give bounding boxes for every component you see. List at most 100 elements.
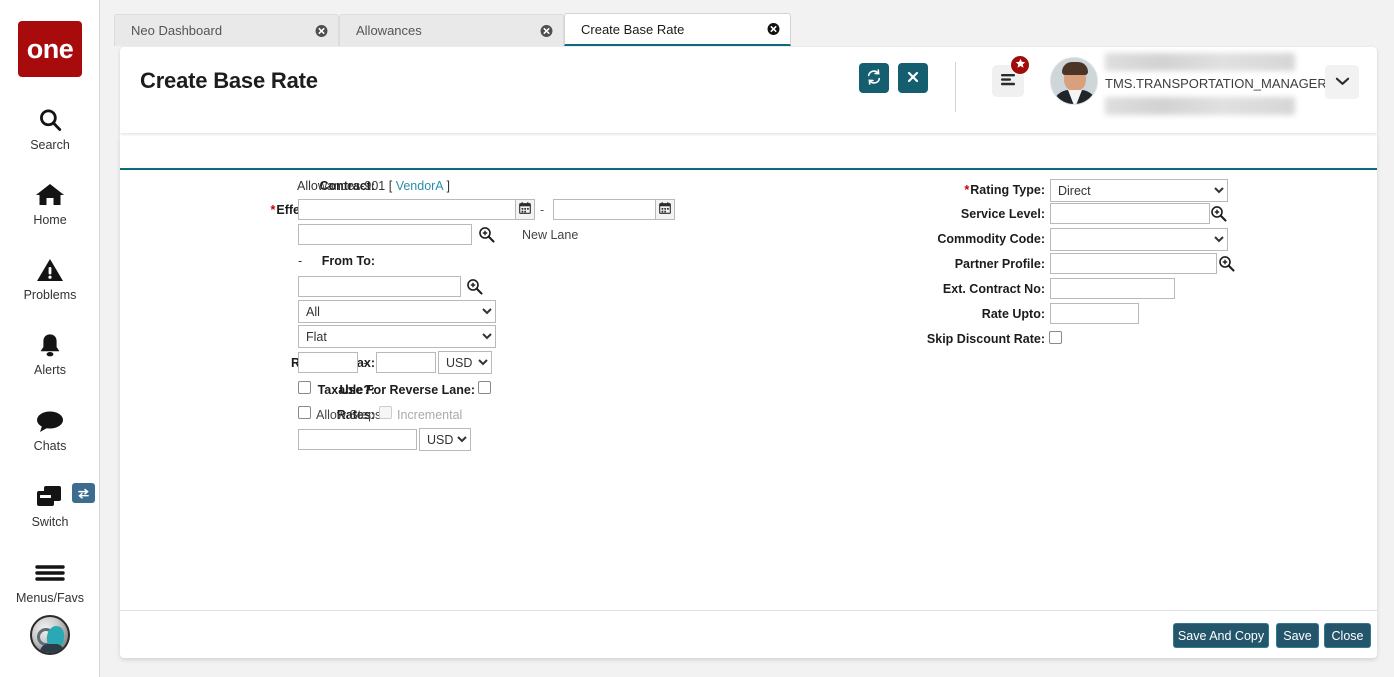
magnifier-plus-icon[interactable] xyxy=(478,226,494,242)
rating-type-label: *Rating Type: xyxy=(925,182,1045,198)
tab-label: Neo Dashboard xyxy=(115,23,222,38)
rail-label-search: Search xyxy=(0,138,100,152)
service-level-label: Service Level: xyxy=(925,206,1045,222)
chevron-down-icon xyxy=(1335,73,1350,91)
rail-item-menus-favs[interactable]: Menus/Favs xyxy=(0,556,100,605)
rates-amount-input[interactable] xyxy=(298,429,417,450)
app-logo-text: one xyxy=(27,36,74,63)
page-title: Create Base Rate xyxy=(140,68,318,94)
close-circle-icon[interactable] xyxy=(540,24,553,37)
effective-period-from-input[interactable] xyxy=(298,199,516,220)
contract-value-text: Allowances-901 [ xyxy=(297,179,392,193)
list-menu-icon xyxy=(1000,72,1016,91)
rate-max-input[interactable] xyxy=(376,352,436,373)
incremental-checkbox xyxy=(379,406,392,419)
contract-value: Allowances-901 [ VendorA ] xyxy=(297,178,450,194)
close-circle-icon[interactable] xyxy=(315,24,328,37)
warning-triangle-icon xyxy=(0,253,100,287)
user-photo-avatar[interactable] xyxy=(1050,57,1098,105)
rate-currency-select[interactable]: USD xyxy=(438,351,492,374)
calendar-icon xyxy=(519,201,531,219)
skip-discount-rate-checkbox[interactable] xyxy=(1049,331,1062,344)
rate-upto-input[interactable] xyxy=(1050,303,1139,324)
effective-period-separator: - xyxy=(540,202,544,218)
avatar-hair xyxy=(1062,62,1088,75)
partner-profile-input[interactable] xyxy=(1050,253,1217,274)
zone-input[interactable] xyxy=(298,276,461,297)
app-logo[interactable]: one xyxy=(18,21,82,77)
rail-item-chats[interactable]: Chats xyxy=(0,404,100,453)
rail-item-problems[interactable]: Problems xyxy=(0,253,100,302)
service-level-input[interactable] xyxy=(1050,203,1210,224)
tab-label: Allowances xyxy=(340,23,422,38)
rail-label-chats: Chats xyxy=(0,439,100,453)
cost-type-select[interactable]: Flat xyxy=(298,325,496,348)
tab-create-base-rate[interactable]: Create Base Rate xyxy=(564,13,791,46)
incremental-label: Incremental xyxy=(397,407,462,423)
allow-steps-checkbox[interactable] xyxy=(298,406,311,419)
menu-badge[interactable] xyxy=(1010,55,1030,75)
effective-period-from-calendar-button[interactable] xyxy=(516,199,535,220)
calendar-icon xyxy=(659,201,671,219)
allow-steps-label: Allow Steps xyxy=(316,407,381,423)
save-button[interactable]: Save xyxy=(1276,623,1319,648)
rates-currency-select[interactable]: USD xyxy=(419,428,471,451)
left-navigation-rail: one Search Home Problems xyxy=(0,0,100,677)
tab-strip: Neo Dashboard Allowances Create Base Rat… xyxy=(100,0,1394,46)
taxable-checkbox[interactable] xyxy=(298,381,311,394)
profile-avatar-icon[interactable] xyxy=(30,615,70,655)
page-header-card: Create Base Rate xyxy=(120,47,1377,133)
tab-allowances[interactable]: Allowances xyxy=(339,14,564,46)
rate-min-input[interactable] xyxy=(298,352,358,373)
effective-period-to-input[interactable] xyxy=(553,199,656,220)
new-lane-link[interactable]: New Lane xyxy=(522,227,578,243)
partner-profile-label: Partner Profile: xyxy=(925,256,1045,272)
magnifier-plus-icon[interactable] xyxy=(1210,205,1226,221)
rail-item-home[interactable]: Home xyxy=(0,178,100,227)
commodity-code-select[interactable] xyxy=(1050,228,1228,251)
close-page-button[interactable] xyxy=(898,63,928,93)
from-to-label: From To: xyxy=(195,253,375,269)
star-icon xyxy=(1015,58,1026,72)
ext-contract-no-input[interactable] xyxy=(1050,278,1175,299)
contract-value-end: ] xyxy=(446,179,449,193)
reverse-lane-label: Use For Reverse Lane: xyxy=(335,382,475,398)
save-and-copy-button[interactable]: Save And Copy xyxy=(1173,623,1269,648)
rating-type-select[interactable]: Direct xyxy=(1050,179,1228,202)
tab-neo-dashboard[interactable]: Neo Dashboard xyxy=(114,14,339,46)
lane-input[interactable] xyxy=(298,224,472,245)
refresh-icon xyxy=(866,69,882,88)
rail-label-alerts: Alerts xyxy=(0,363,100,377)
effective-period-to-calendar-button[interactable] xyxy=(656,199,675,220)
reverse-lane-checkbox[interactable] xyxy=(478,381,491,394)
form-panel: Contract: Allowances-901 [ VendorA ] *Ef… xyxy=(120,133,1377,658)
rate-upto-label: Rate Upto: xyxy=(925,306,1045,322)
equipment-select[interactable]: All xyxy=(298,300,496,323)
rail-item-search[interactable]: Search xyxy=(0,103,100,152)
rail-label-menus-favs: Menus/Favs xyxy=(0,591,100,605)
close-circle-icon[interactable] xyxy=(767,23,780,36)
from-to-value: - xyxy=(298,253,302,269)
rating-type-label-text: Rating Type: xyxy=(970,183,1045,197)
magnifier-plus-icon[interactable] xyxy=(466,278,482,294)
x-icon xyxy=(906,70,920,87)
tab-label: Create Base Rate xyxy=(565,22,684,37)
header-divider xyxy=(955,62,956,112)
avatar-body xyxy=(40,644,64,655)
swap-arrows-icon[interactable] xyxy=(72,483,95,503)
rail-item-alerts[interactable]: Alerts xyxy=(0,328,100,377)
contract-vendor-link[interactable]: VendorA xyxy=(396,179,443,193)
rate-minmax-separator: - xyxy=(363,355,367,371)
home-icon xyxy=(0,178,100,212)
refresh-button[interactable] xyxy=(859,63,889,93)
close-button[interactable]: Close xyxy=(1324,623,1371,648)
user-menu-toggle[interactable] xyxy=(1325,65,1359,99)
rail-label-problems: Problems xyxy=(0,288,100,302)
rail-item-switch[interactable]: Switch xyxy=(0,480,100,529)
ext-contract-no-label: Ext. Contract No: xyxy=(905,281,1045,297)
magnifier-plus-icon[interactable] xyxy=(1218,255,1234,271)
rail-label-switch: Switch xyxy=(0,515,100,529)
user-info-redacted-bottom xyxy=(1105,97,1295,115)
skip-discount-rate-label: Skip Discount Rate: xyxy=(885,331,1045,347)
commodity-code-label: Commodity Code: xyxy=(905,231,1045,247)
